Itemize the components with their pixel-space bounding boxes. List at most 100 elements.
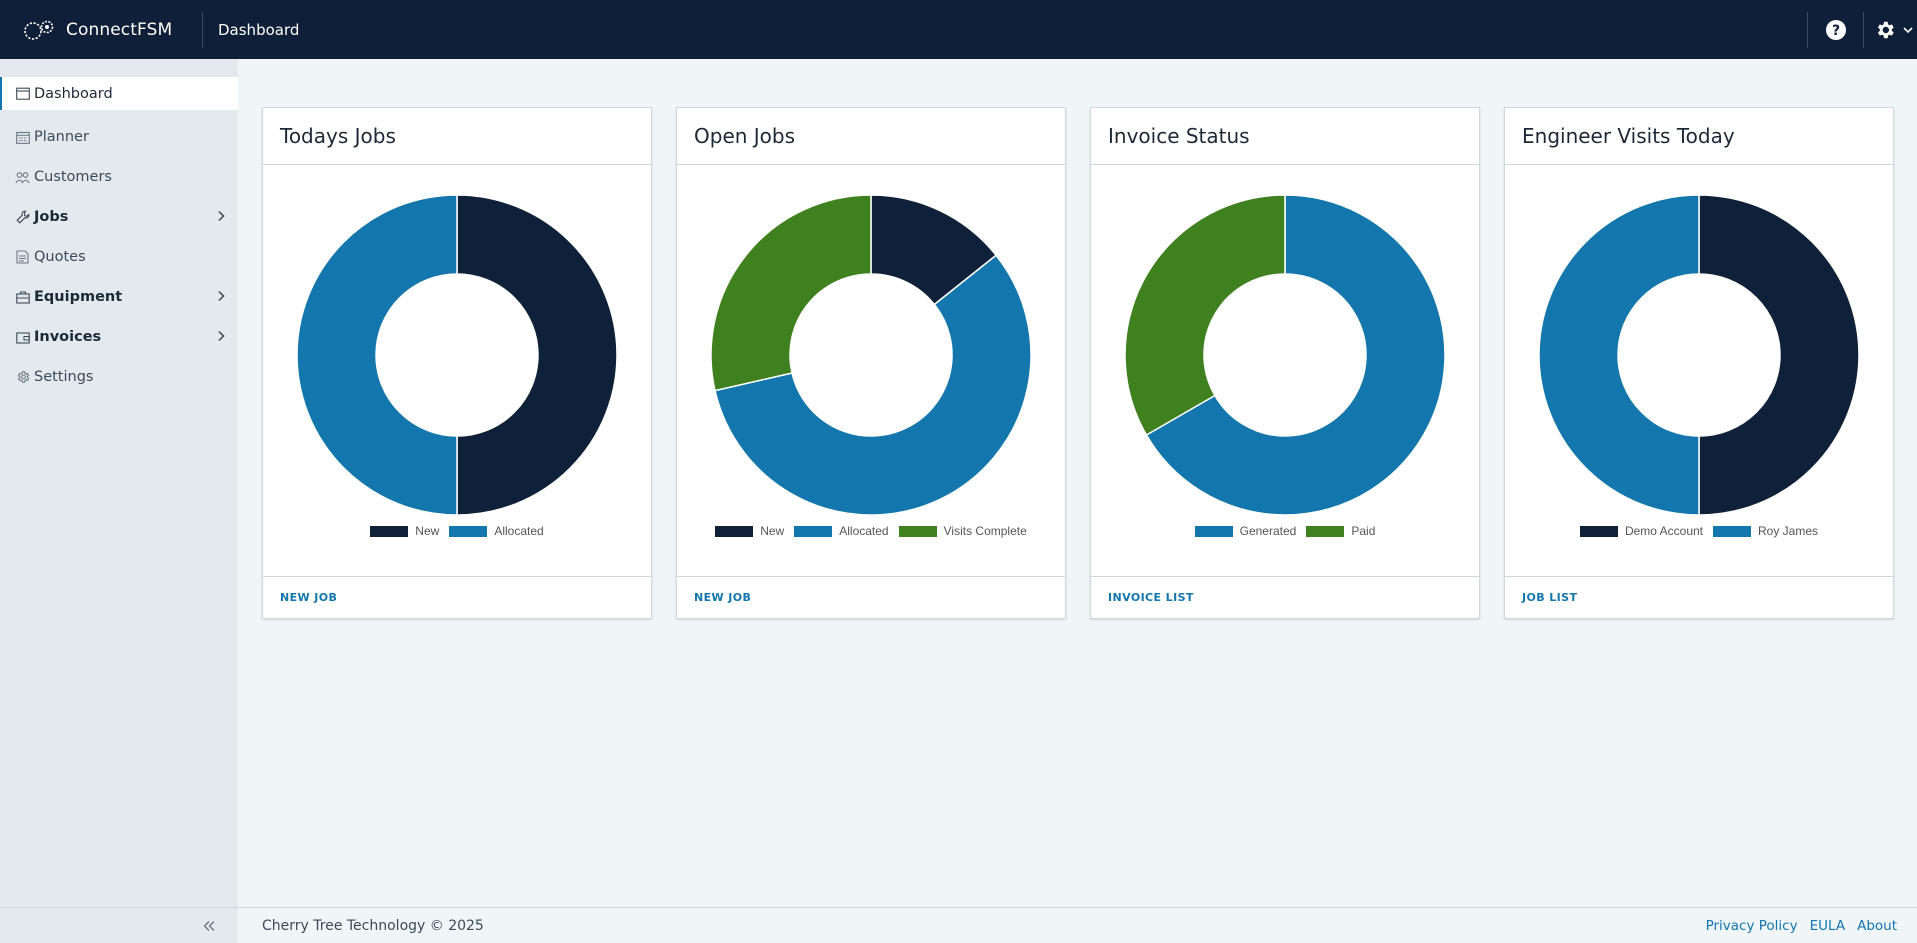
donut-slice-visits-complete[interactable] bbox=[710, 194, 872, 392]
open-jobs-card: Open Jobs New Allocated Visits Complete NE… bbox=[676, 107, 1066, 619]
settings-menu-button[interactable] bbox=[1864, 0, 1917, 59]
sidebar-collapse-button[interactable] bbox=[0, 907, 238, 943]
donut-slice-roy-james[interactable] bbox=[1538, 194, 1700, 516]
legend-label: Allocated bbox=[494, 524, 544, 538]
legend-item-visits-complete[interactable]: Visits Complete bbox=[898, 524, 1027, 538]
card-body: Generated Paid bbox=[1091, 165, 1479, 576]
svg-text:?: ? bbox=[1831, 23, 1839, 39]
briefcase-icon bbox=[15, 290, 30, 305]
invoice-status-donut-chart bbox=[1124, 194, 1446, 516]
brand-name: ConnectFSM bbox=[66, 19, 173, 40]
footer-links: Privacy Policy EULA About bbox=[1694, 918, 1917, 934]
job-list-link[interactable]: JOB LIST bbox=[1505, 576, 1893, 618]
legend-label: Roy James bbox=[1758, 524, 1819, 538]
chart-legend: Generated Paid bbox=[1091, 524, 1479, 538]
double-chevron-left-icon bbox=[203, 920, 215, 931]
card-body: New Allocated bbox=[263, 165, 651, 576]
sidebar-nav: Dashboard Planner Customers Jobs Quotes … bbox=[0, 59, 238, 397]
legend-label: New bbox=[415, 524, 440, 538]
eula-link[interactable]: EULA bbox=[1810, 918, 1845, 934]
cog-icon bbox=[15, 370, 30, 385]
donut-slice-allocated[interactable] bbox=[296, 194, 458, 516]
users-icon bbox=[15, 170, 30, 185]
card-title: Invoice Status bbox=[1091, 108, 1479, 165]
card-title: Todays Jobs bbox=[263, 108, 651, 165]
wrench-icon bbox=[15, 210, 30, 225]
legend-swatch bbox=[794, 525, 833, 537]
chevron-down-icon bbox=[1902, 26, 1913, 33]
sidebar-item-label: Dashboard bbox=[34, 85, 113, 102]
sidebar-item-label: Quotes bbox=[34, 249, 86, 265]
legend-swatch bbox=[898, 525, 937, 537]
sidebar-item-jobs[interactable]: Jobs bbox=[0, 197, 238, 237]
legend-item-new[interactable]: New bbox=[715, 524, 784, 538]
card-body: Demo Account Roy James bbox=[1505, 165, 1893, 576]
chevron-right-icon bbox=[218, 330, 225, 342]
help-button[interactable]: ? bbox=[1808, 0, 1863, 59]
chevron-right-icon bbox=[218, 210, 225, 222]
legend-item-roy-james[interactable]: Roy James bbox=[1713, 524, 1818, 538]
sidebar-item-invoices[interactable]: Invoices bbox=[0, 317, 238, 357]
legend-label: Allocated bbox=[839, 524, 889, 538]
sidebar-item-label: Jobs bbox=[34, 209, 69, 225]
legend-swatch bbox=[449, 525, 488, 537]
donut-slice-paid[interactable] bbox=[1124, 194, 1286, 437]
chart-legend: Demo Account Roy James bbox=[1505, 524, 1893, 538]
card-body: New Allocated Visits Complete bbox=[677, 165, 1065, 576]
card-title: Open Jobs bbox=[677, 108, 1065, 165]
logo-icon bbox=[24, 20, 54, 40]
invoice-list-link[interactable]: INVOICE LIST bbox=[1091, 576, 1479, 618]
new-job-link[interactable]: NEW JOB bbox=[263, 576, 651, 618]
sidebar-item-label: Customers bbox=[34, 169, 112, 185]
legend-swatch bbox=[1579, 525, 1618, 537]
sidebar-item-label: Planner bbox=[34, 129, 89, 145]
sidebar-item-settings[interactable]: Settings bbox=[0, 357, 238, 397]
donut-slice-demo-account[interactable] bbox=[1698, 194, 1860, 516]
sidebar-item-label: Invoices bbox=[34, 329, 102, 345]
todays-jobs-card: Todays Jobs New Allocated NEW JOB bbox=[262, 107, 652, 619]
sidebar-item-quotes[interactable]: Quotes bbox=[0, 237, 238, 277]
invoice-status-card: Invoice Status Generated Paid INVOICE LIS… bbox=[1090, 107, 1480, 619]
legend-item-generated[interactable]: Generated bbox=[1194, 524, 1297, 538]
brand[interactable]: ConnectFSM bbox=[0, 0, 202, 59]
legend-item-allocated[interactable]: Allocated bbox=[449, 524, 544, 538]
privacy-policy-link[interactable]: Privacy Policy bbox=[1706, 918, 1798, 934]
todays-jobs-donut-chart bbox=[296, 194, 618, 516]
legend-item-allocated[interactable]: Allocated bbox=[794, 524, 889, 538]
about-link[interactable]: About bbox=[1857, 918, 1897, 934]
document-icon bbox=[15, 250, 30, 265]
sidebar-item-dashboard[interactable]: Dashboard bbox=[0, 77, 238, 110]
new-job-link[interactable]: NEW JOB bbox=[677, 576, 1065, 618]
legend-label: Generated bbox=[1239, 524, 1297, 538]
donut-slice-new[interactable] bbox=[456, 194, 618, 516]
legend-swatch bbox=[1713, 525, 1751, 537]
header-page-title: Dashboard bbox=[218, 20, 300, 39]
sidebar-item-label: Settings bbox=[34, 369, 94, 385]
help-icon: ? bbox=[1825, 19, 1846, 40]
sidebar-item-label: Equipment bbox=[34, 289, 123, 305]
top-header: ConnectFSM Dashboard ? bbox=[0, 0, 1917, 59]
legend-label: New bbox=[760, 524, 785, 538]
planner-icon bbox=[15, 130, 30, 145]
legend-item-demo-account[interactable]: Demo Account bbox=[1579, 524, 1703, 538]
legend-item-paid[interactable]: Paid bbox=[1306, 524, 1375, 538]
legend-swatch bbox=[1194, 525, 1233, 537]
open-jobs-donut-chart bbox=[710, 194, 1032, 516]
page-footer: Cherry Tree Technology © 2025 Privacy Po… bbox=[238, 907, 1917, 943]
copyright-text: Cherry Tree Technology © 2025 bbox=[262, 917, 484, 934]
sidebar-item-planner[interactable]: Planner bbox=[0, 117, 238, 157]
legend-item-new[interactable]: New bbox=[370, 524, 439, 538]
engineer-visits-donut-chart bbox=[1538, 194, 1860, 516]
sidebar: Dashboard Planner Customers Jobs Quotes … bbox=[0, 59, 238, 943]
legend-label: Paid bbox=[1351, 524, 1376, 538]
sidebar-item-customers[interactable]: Customers bbox=[0, 157, 238, 197]
legend-label: Demo Account bbox=[1624, 524, 1703, 538]
header-divider bbox=[202, 11, 203, 48]
calendar-icon bbox=[15, 86, 30, 101]
sidebar-item-equipment[interactable]: Equipment bbox=[0, 277, 238, 317]
engineer-visits-card: Engineer Visits Today Demo Account Roy Ja… bbox=[1504, 107, 1894, 619]
dashboard-main: Todays Jobs New Allocated NEW JOB Open Jo… bbox=[238, 59, 1917, 907]
legend-swatch bbox=[715, 525, 754, 537]
wallet-icon bbox=[15, 330, 30, 345]
legend-swatch bbox=[1306, 525, 1345, 537]
